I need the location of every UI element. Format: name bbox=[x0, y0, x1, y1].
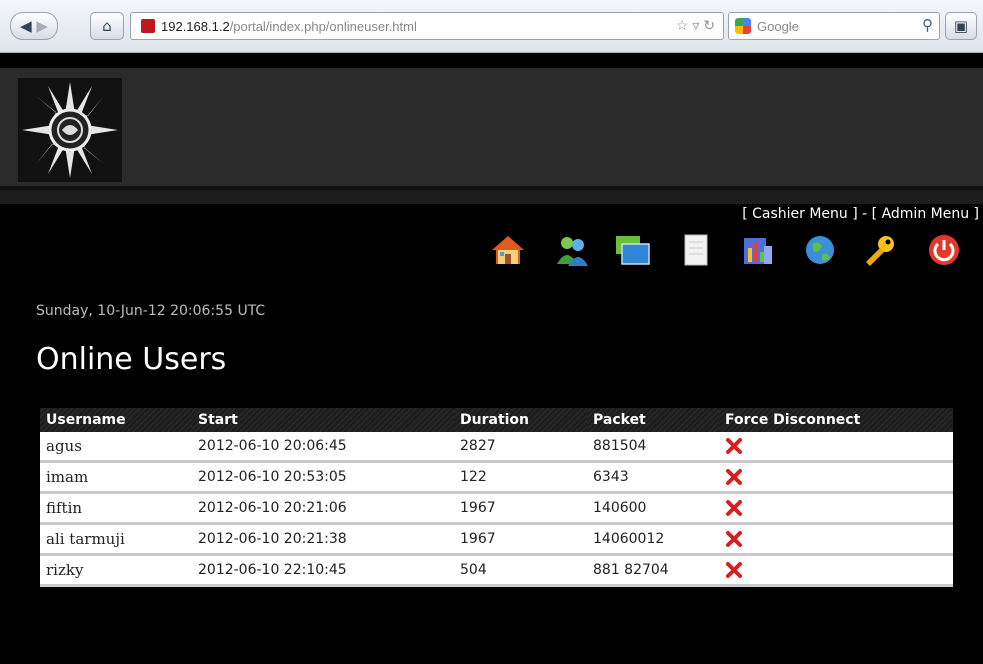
datetime-display: Sunday, 10-Jun-12 20:06:55 UTC bbox=[36, 303, 266, 319]
cashier-menu-link[interactable]: [ Cashier Menu ] bbox=[742, 206, 858, 222]
cell-username: fiftin bbox=[40, 492, 192, 525]
search-placeholder: Google bbox=[757, 18, 799, 34]
document-icon[interactable] bbox=[678, 232, 714, 268]
cell-packet: 140600 bbox=[587, 492, 719, 525]
cell-username: ali tarmuji bbox=[40, 523, 192, 556]
cell-duration: 1967 bbox=[454, 492, 587, 525]
report-icon[interactable] bbox=[740, 232, 776, 268]
admin-menu-link[interactable]: [ Admin Menu ] bbox=[872, 206, 979, 222]
search-icon[interactable]: ⚲ bbox=[922, 16, 933, 34]
disconnect-x-icon[interactable] bbox=[725, 499, 743, 517]
top-menu: [ Cashier Menu ] - [ Admin Menu ] bbox=[742, 206, 979, 222]
disconnect-x-icon[interactable] bbox=[725, 468, 743, 486]
sun-emblem-icon bbox=[22, 82, 118, 178]
cell-packet: 14060012 bbox=[587, 523, 719, 556]
header-divider bbox=[0, 190, 983, 204]
cell-username: rizky bbox=[40, 554, 192, 587]
monitors-icon[interactable] bbox=[614, 232, 650, 268]
cell-username: agus bbox=[40, 432, 192, 463]
back-forward-button[interactable]: ◀ ▶ bbox=[10, 12, 58, 40]
table-row: ali tarmuji 2012-06-10 20:21:38 1967 140… bbox=[40, 523, 953, 556]
menu-icon: ▣ bbox=[953, 17, 969, 35]
disconnect-x-icon[interactable] bbox=[725, 437, 743, 455]
cell-start: 2012-06-10 22:10:45 bbox=[192, 554, 454, 587]
cell-force-disconnect bbox=[719, 492, 953, 525]
column-header-username: Username bbox=[40, 408, 192, 432]
cell-duration: 122 bbox=[454, 461, 587, 494]
site-favicon-icon bbox=[141, 19, 155, 33]
table-row: agus 2012-06-10 20:06:45 2827 881504 bbox=[40, 432, 953, 463]
column-header-packet: Packet bbox=[587, 408, 719, 432]
column-header-force-disconnect: Force Disconnect bbox=[719, 408, 953, 432]
browser-menu-button[interactable]: ▣ bbox=[945, 12, 977, 40]
column-header-duration: Duration bbox=[454, 408, 587, 432]
globe-icon[interactable] bbox=[802, 232, 838, 268]
home-icon: ⌂ bbox=[102, 17, 112, 35]
address-bar[interactable]: 192.168.1.2/portal/index.php/onlineuser.… bbox=[130, 12, 724, 40]
table-row: rizky 2012-06-10 22:10:45 504 881 82704 bbox=[40, 554, 953, 587]
cell-packet: 6343 bbox=[587, 461, 719, 494]
search-field[interactable]: Google ⚲ bbox=[728, 12, 940, 40]
forward-arrow-icon[interactable]: ▶ bbox=[36, 17, 48, 35]
bookmark-star-icon[interactable]: ☆ ▿ ↻ bbox=[676, 17, 715, 34]
cell-force-disconnect bbox=[719, 432, 953, 463]
cell-start: 2012-06-10 20:21:06 bbox=[192, 492, 454, 525]
site-logo bbox=[18, 78, 122, 182]
home-icon[interactable] bbox=[490, 232, 526, 268]
site-header bbox=[0, 68, 983, 190]
cell-force-disconnect bbox=[719, 461, 953, 494]
table-header-row: Username Start Duration Packet Force Dis… bbox=[40, 408, 953, 432]
cell-duration: 1967 bbox=[454, 523, 587, 556]
cell-packet: 881 82704 bbox=[587, 554, 719, 587]
url-path: /portal/index.php/onlineuser.html bbox=[229, 18, 417, 34]
browser-toolbar: ◀ ▶ ⌂ 192.168.1.2/portal/index.php/onlin… bbox=[0, 0, 983, 53]
menu-separator: - bbox=[857, 206, 872, 222]
cell-start: 2012-06-10 20:53:05 bbox=[192, 461, 454, 494]
cell-start: 2012-06-10 20:21:38 bbox=[192, 523, 454, 556]
cell-packet: 881504 bbox=[587, 432, 719, 463]
table-row: fiftin 2012-06-10 20:21:06 1967 140600 bbox=[40, 492, 953, 525]
cell-duration: 2827 bbox=[454, 432, 587, 463]
power-icon[interactable] bbox=[926, 232, 962, 268]
users-icon[interactable] bbox=[554, 232, 590, 268]
cell-force-disconnect bbox=[719, 554, 953, 587]
browser-home-button[interactable]: ⌂ bbox=[90, 12, 124, 40]
table-row: imam 2012-06-10 20:53:05 122 6343 bbox=[40, 461, 953, 494]
cell-force-disconnect bbox=[719, 523, 953, 556]
back-arrow-icon[interactable]: ◀ bbox=[20, 17, 32, 35]
page-title: Online Users bbox=[36, 342, 227, 377]
cell-duration: 504 bbox=[454, 554, 587, 587]
url-host: 192.168.1.2 bbox=[161, 18, 230, 34]
key-icon[interactable] bbox=[862, 232, 898, 268]
disconnect-x-icon[interactable] bbox=[725, 530, 743, 548]
column-header-start: Start bbox=[192, 408, 454, 432]
cell-username: imam bbox=[40, 461, 192, 494]
disconnect-x-icon[interactable] bbox=[725, 561, 743, 579]
google-logo-icon[interactable] bbox=[735, 18, 751, 34]
cell-start: 2012-06-10 20:06:45 bbox=[192, 432, 454, 463]
online-users-table: Username Start Duration Packet Force Dis… bbox=[40, 408, 953, 587]
